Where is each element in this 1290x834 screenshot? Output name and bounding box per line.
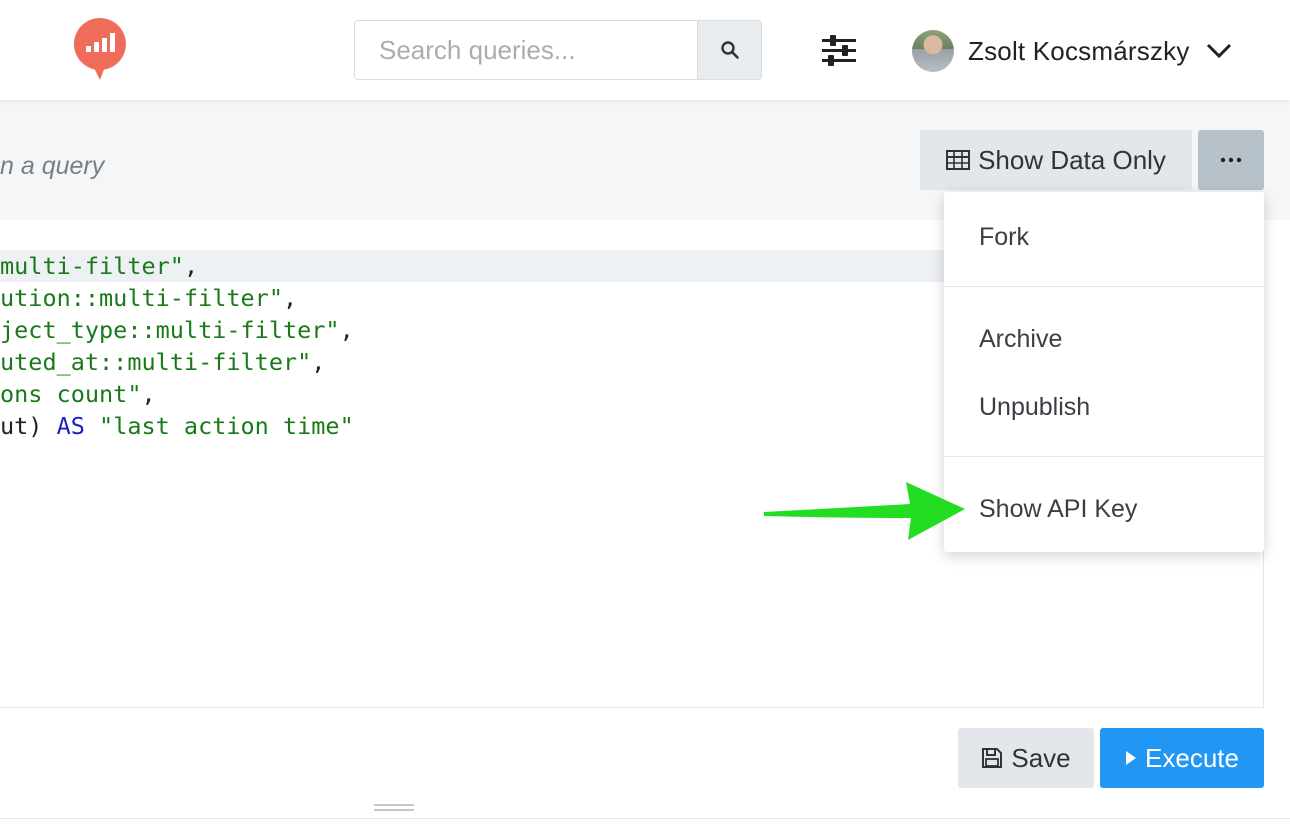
save-label: Save [1011,742,1071,773]
execute-label: Execute [1145,742,1239,773]
annotation-arrow-icon [764,482,965,540]
play-icon [1126,751,1137,765]
more-options-button[interactable] [1198,130,1264,190]
search-icon [720,41,739,59]
save-icon [982,748,1003,768]
menu-divider [944,456,1264,457]
redash-logo-icon[interactable] [72,16,128,82]
search-input[interactable] [354,20,697,80]
user-menu[interactable]: Zsolt Kocsmárszky [912,30,1232,72]
menu-item-show-api-key[interactable]: Show API Key [979,495,1137,524]
top-navbar: Zsolt Kocsmárszky [0,0,1290,100]
query-description[interactable]: n a query [0,152,104,181]
show-data-only-button[interactable]: Show Data Only [920,130,1192,190]
table-icon [946,150,971,170]
resize-handle-icon[interactable] [374,803,414,813]
user-name: Zsolt Kocsmárszky [968,35,1190,66]
ellipsis-icon [1220,157,1242,163]
menu-item-archive[interactable]: Archive [979,325,1062,354]
show-data-only-label: Show Data Only [978,144,1166,175]
menu-item-unpublish[interactable]: Unpublish [979,393,1090,422]
chevron-down-icon [1206,43,1231,59]
search-button[interactable] [697,20,762,80]
execute-button[interactable]: Execute [1100,728,1264,788]
avatar [912,30,954,72]
save-button[interactable]: Save [958,728,1094,788]
divider [0,818,1290,819]
settings-sliders-icon[interactable] [820,34,858,68]
menu-divider [944,286,1264,287]
search-box [354,20,762,80]
menu-item-fork[interactable]: Fork [979,223,1029,252]
more-options-menu: Fork Archive Unpublish Show API Key [944,192,1264,552]
